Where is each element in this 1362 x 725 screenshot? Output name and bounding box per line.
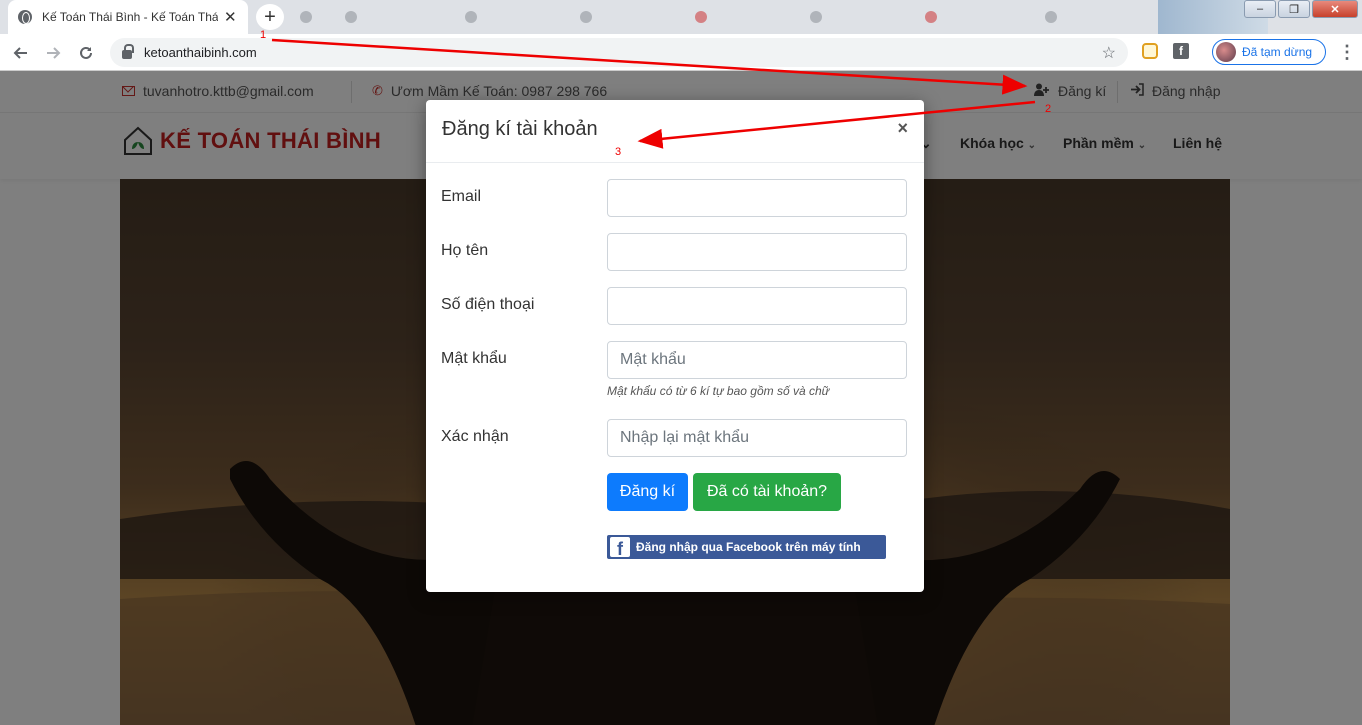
annotation-arrow-2 xyxy=(637,100,1036,149)
annotation-arrow-1 xyxy=(271,38,1028,95)
annotation-label-3: 3 xyxy=(615,146,622,158)
annotation-label-2: 2 xyxy=(1045,103,1052,115)
annotation-label-1: 1 xyxy=(260,29,267,41)
annotation-layer xyxy=(271,38,1036,149)
